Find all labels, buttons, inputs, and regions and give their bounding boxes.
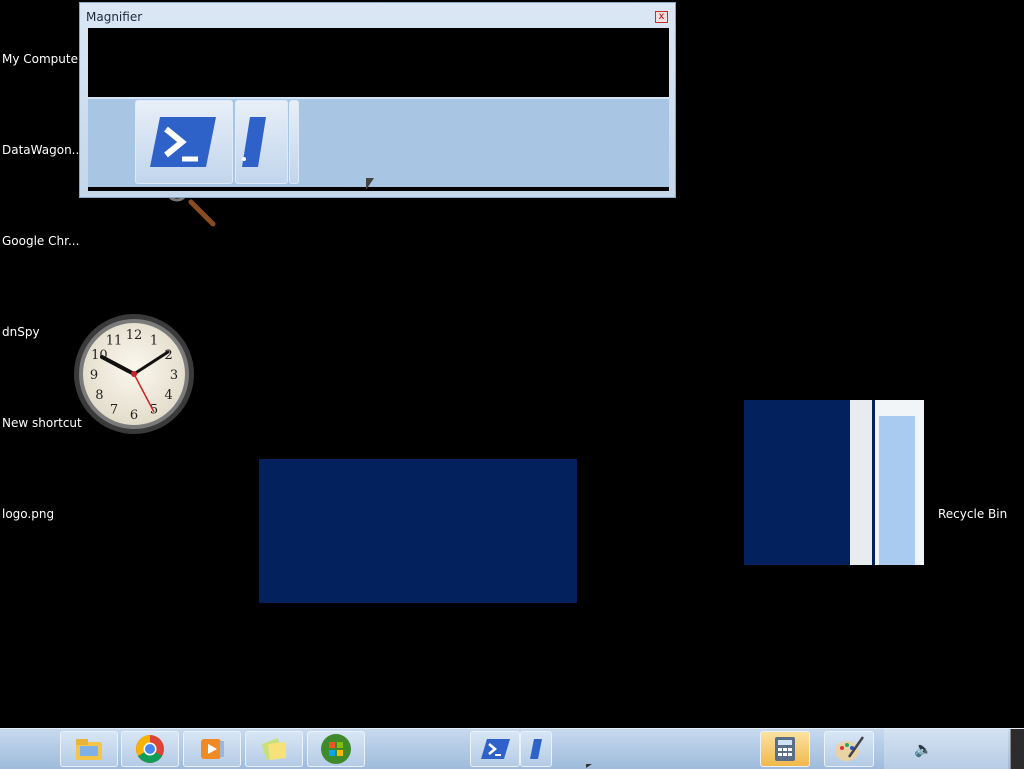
magnified-taskbar-button: [289, 100, 299, 184]
desktop-icon-label: logo.png: [2, 507, 55, 521]
clock-numeral: 4: [164, 388, 172, 403]
system-tray: [884, 729, 1008, 769]
taskbar-button-chrome[interactable]: [121, 731, 179, 767]
mouse-cursor-icon: [586, 764, 592, 768]
clock-numeral: 12: [126, 328, 143, 343]
clock-numeral: 1: [150, 333, 158, 348]
sticky-notes-icon: [262, 738, 286, 760]
magnified-taskbar-button: [235, 100, 288, 184]
magnifier-title: Magnifier: [86, 10, 143, 24]
desktop-icon-my-computer[interactable]: My Computer: [2, 52, 83, 66]
desktop-icon-dnspy[interactable]: dnSpy: [2, 325, 40, 339]
taskbar: 🔈: [0, 728, 1024, 769]
clock-numeral: 5: [150, 403, 158, 418]
taskbar-button-sticky-notes[interactable]: [245, 731, 303, 767]
windows-start-icon: [321, 734, 351, 764]
taskbar-button-windows[interactable]: [307, 731, 365, 767]
taskbar-button-calculator[interactable]: [760, 731, 810, 767]
desktop-icon-google-chrome[interactable]: Google Chr...: [2, 234, 79, 248]
taskbar-button-paint[interactable]: [824, 731, 874, 767]
close-button[interactable]: x: [655, 11, 668, 23]
magnifier-view: [88, 28, 669, 191]
clock-numeral: 7: [110, 403, 118, 418]
desktop-icon-label: Recycle Bin: [938, 507, 1008, 521]
clock-numeral: 6: [130, 408, 138, 423]
taskbar-button-file-explorer[interactable]: [60, 731, 118, 767]
paint-icon: [835, 736, 865, 761]
magnified-taskbar: [88, 97, 669, 190]
file-explorer-icon: [76, 739, 102, 760]
taskbar-button-powershell[interactable]: [470, 731, 520, 767]
powershell-icon: [150, 117, 216, 167]
desktop-icon-label: DataWagon....: [2, 143, 87, 157]
media-player-icon: [201, 739, 224, 759]
clock-numeral: 3: [170, 368, 178, 383]
clock-numeral: 2: [164, 348, 172, 363]
window-thumbnail[interactable]: [259, 459, 577, 603]
clock-numeral: 8: [95, 388, 103, 403]
magnifier-window[interactable]: Magnifier x: [79, 2, 676, 198]
mouse-cursor-icon: [366, 178, 374, 190]
taskbar-button-media-player[interactable]: [183, 731, 241, 767]
desktop-icon-datawagon[interactable]: DataWagon....: [2, 143, 87, 157]
powershell-icon: [481, 739, 510, 759]
window-panel: [879, 416, 915, 565]
powershell-icon: [530, 739, 542, 759]
desktop-icon-new-shortcut[interactable]: New shortcut: [2, 416, 82, 430]
speaker-icon[interactable]: 🔈: [914, 740, 933, 758]
taskbar-button-powershell-2[interactable]: [520, 731, 552, 767]
desktop-icon-label: Google Chr...: [2, 234, 80, 248]
clock-numeral: 9: [90, 368, 98, 383]
desktop-icon-recycle-bin[interactable]: Recycle Bin: [938, 507, 1007, 521]
powershell-icon: [242, 117, 266, 167]
desktop-icon-label: New shortcut: [2, 416, 82, 430]
desktop-icon-label: dnSpy: [2, 325, 40, 339]
clock-gadget[interactable]: 12 1234567891011: [72, 312, 196, 436]
window-panel: [850, 400, 872, 565]
magnified-taskbar-button: [135, 100, 233, 184]
desktop-icon-logo-png[interactable]: logo.png: [2, 507, 54, 521]
clock-numeral: 11: [106, 333, 123, 348]
window-thumbnail[interactable]: [744, 400, 924, 565]
show-desktop-button[interactable]: [1010, 729, 1024, 769]
chrome-icon: [136, 735, 164, 763]
desktop-icon-label: My Computer: [2, 52, 83, 66]
calculator-icon: [775, 737, 795, 761]
